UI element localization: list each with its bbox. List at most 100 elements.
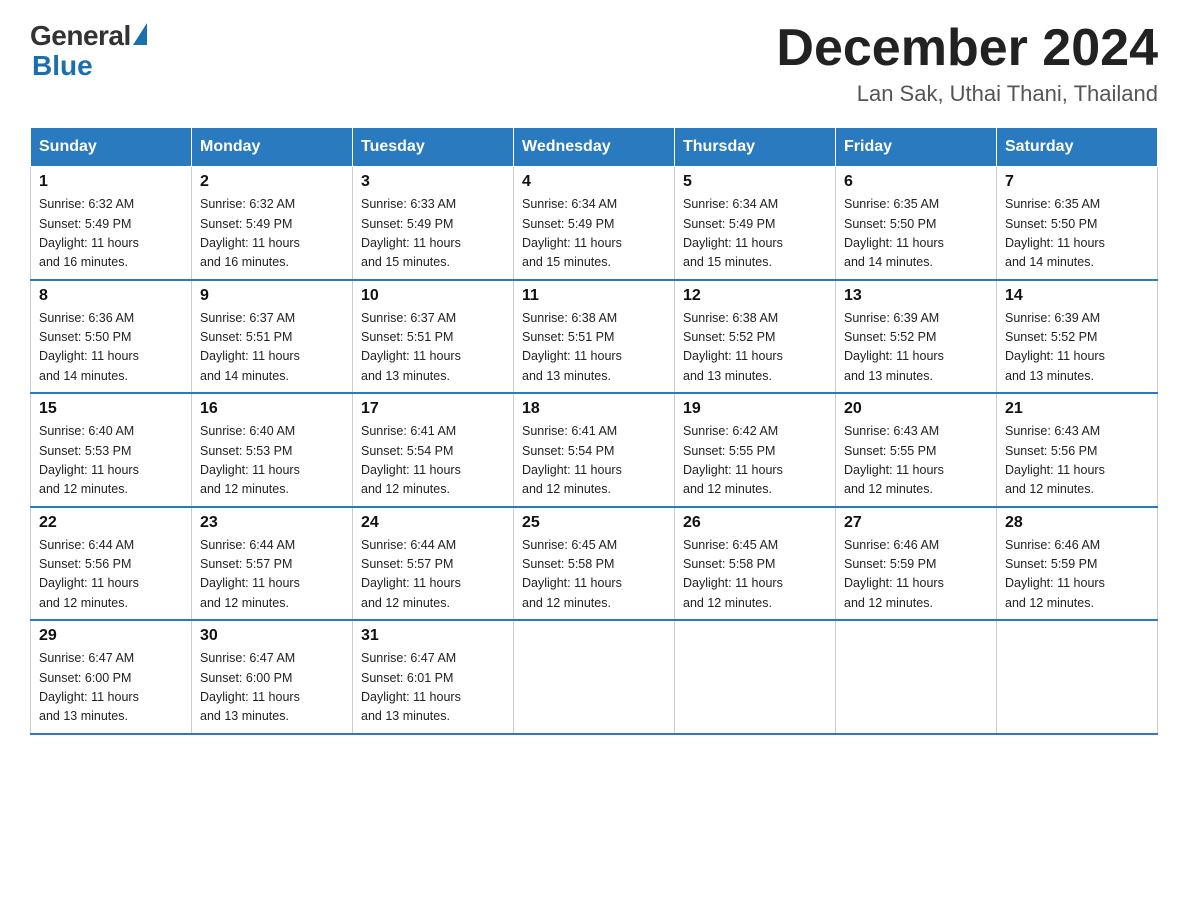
calendar-day-cell: 29Sunrise: 6:47 AMSunset: 6:00 PMDayligh… xyxy=(31,620,192,734)
day-info: Sunrise: 6:46 AMSunset: 5:59 PMDaylight:… xyxy=(844,536,988,614)
day-number: 6 xyxy=(844,173,988,191)
calendar-day-cell: 8 Sunrise: 6:36 AMSunset: 5:50 PMDaylight… xyxy=(31,280,192,394)
day-info: Sunrise: 6:47 AMSunset: 6:00 PMDaylight:… xyxy=(39,649,183,727)
calendar-day-cell: 22 Sunrise: 6:44 AMSunset: 5:56 PMDayligh… xyxy=(31,507,192,621)
calendar-day-cell: 20 Sunrise: 6:43 AMSunset: 5:55 PMDayligh… xyxy=(836,393,997,507)
calendar-day-cell: 25 Sunrise: 6:45 AMSunset: 5:58 PMDayligh… xyxy=(514,507,675,621)
day-info: Sunrise: 6:44 AMSunset: 5:56 PMDaylight:… xyxy=(39,536,183,614)
day-number: 24 xyxy=(361,514,505,532)
title-block: December 2024 Lan Sak, Uthai Thani, Thai… xyxy=(776,20,1158,107)
day-number: 5 xyxy=(683,173,827,191)
day-info: Sunrise: 6:45 AMSunset: 5:58 PMDaylight:… xyxy=(683,536,827,614)
day-number: 22 xyxy=(39,514,183,532)
day-info: Sunrise: 6:32 AMSunset: 5:49 PMDaylight:… xyxy=(39,195,183,273)
day-info: Sunrise: 6:41 AMSunset: 5:54 PMDaylight:… xyxy=(522,422,666,500)
day-number: 23 xyxy=(200,514,344,532)
calendar-week-row: 29Sunrise: 6:47 AMSunset: 6:00 PMDayligh… xyxy=(31,620,1158,734)
day-info: Sunrise: 6:41 AMSunset: 5:54 PMDaylight:… xyxy=(361,422,505,500)
day-number: 7 xyxy=(1005,173,1149,191)
day-number: 20 xyxy=(844,400,988,418)
weekday-header-wednesday: Wednesday xyxy=(514,128,675,167)
day-info: Sunrise: 6:34 AMSunset: 5:49 PMDaylight:… xyxy=(683,195,827,273)
logo-general-text: General xyxy=(30,20,131,52)
weekday-header-row: SundayMondayTuesdayWednesdayThursdayFrid… xyxy=(31,128,1158,167)
day-info: Sunrise: 6:44 AMSunset: 5:57 PMDaylight:… xyxy=(361,536,505,614)
day-number: 14 xyxy=(1005,287,1149,305)
calendar-day-cell: 12Sunrise: 6:38 AMSunset: 5:52 PMDayligh… xyxy=(675,280,836,394)
day-info: Sunrise: 6:43 AMSunset: 5:55 PMDaylight:… xyxy=(844,422,988,500)
day-number: 21 xyxy=(1005,400,1149,418)
calendar-week-row: 8 Sunrise: 6:36 AMSunset: 5:50 PMDaylight… xyxy=(31,280,1158,394)
day-number: 30 xyxy=(200,627,344,645)
day-number: 3 xyxy=(361,173,505,191)
day-number: 8 xyxy=(39,287,183,305)
calendar-day-cell: 21 Sunrise: 6:43 AMSunset: 5:56 PMDayligh… xyxy=(997,393,1158,507)
day-number: 26 xyxy=(683,514,827,532)
calendar-day-cell: 31Sunrise: 6:47 AMSunset: 6:01 PMDayligh… xyxy=(353,620,514,734)
logo-triangle-icon xyxy=(133,23,147,45)
calendar-day-cell xyxy=(836,620,997,734)
calendar-day-cell: 27 Sunrise: 6:46 AMSunset: 5:59 PMDayligh… xyxy=(836,507,997,621)
day-info: Sunrise: 6:47 AMSunset: 6:00 PMDaylight:… xyxy=(200,649,344,727)
calendar-day-cell: 30 Sunrise: 6:47 AMSunset: 6:00 PMDayligh… xyxy=(192,620,353,734)
calendar-day-cell: 10Sunrise: 6:37 AMSunset: 5:51 PMDayligh… xyxy=(353,280,514,394)
day-number: 13 xyxy=(844,287,988,305)
calendar-day-cell: 15Sunrise: 6:40 AMSunset: 5:53 PMDayligh… xyxy=(31,393,192,507)
calendar-day-cell: 9 Sunrise: 6:37 AMSunset: 5:51 PMDaylight… xyxy=(192,280,353,394)
day-info: Sunrise: 6:40 AMSunset: 5:53 PMDaylight:… xyxy=(200,422,344,500)
day-info: Sunrise: 6:36 AMSunset: 5:50 PMDaylight:… xyxy=(39,309,183,387)
month-year-heading: December 2024 xyxy=(776,20,1158,77)
calendar-day-cell: 7 Sunrise: 6:35 AMSunset: 5:50 PMDaylight… xyxy=(997,167,1158,280)
calendar-day-cell: 28 Sunrise: 6:46 AMSunset: 5:59 PMDayligh… xyxy=(997,507,1158,621)
day-number: 25 xyxy=(522,514,666,532)
calendar-day-cell: 16 Sunrise: 6:40 AMSunset: 5:53 PMDayligh… xyxy=(192,393,353,507)
calendar-day-cell: 2 Sunrise: 6:32 AMSunset: 5:49 PMDaylight… xyxy=(192,167,353,280)
day-number: 27 xyxy=(844,514,988,532)
day-number: 16 xyxy=(200,400,344,418)
calendar-day-cell xyxy=(997,620,1158,734)
day-info: Sunrise: 6:37 AMSunset: 5:51 PMDaylight:… xyxy=(200,309,344,387)
calendar-week-row: 15 Sunrise: 6:40 AMSunset: 5:53 PMDayligh… xyxy=(31,393,1158,507)
calendar-day-cell: 19 Sunrise: 6:42 AMSunset: 5:55 PMDayligh… xyxy=(675,393,836,507)
day-number: 15 xyxy=(39,400,183,418)
page-header: General Blue December 2024 Lan Sak, Utha… xyxy=(30,20,1158,107)
calendar-day-cell: 17Sunrise: 6:41 AMSunset: 5:54 PMDayligh… xyxy=(353,393,514,507)
calendar-day-cell: 13 Sunrise: 6:39 AMSunset: 5:52 PMDayligh… xyxy=(836,280,997,394)
day-number: 10 xyxy=(361,287,505,305)
day-info: Sunrise: 6:39 AMSunset: 5:52 PMDaylight:… xyxy=(844,309,988,387)
calendar-day-cell: 3 Sunrise: 6:33 AMSunset: 5:49 PMDaylight… xyxy=(353,167,514,280)
location-subheading: Lan Sak, Uthai Thani, Thailand xyxy=(776,81,1158,107)
day-number: 19 xyxy=(683,400,827,418)
day-info: Sunrise: 6:42 AMSunset: 5:55 PMDaylight:… xyxy=(683,422,827,500)
day-info: Sunrise: 6:46 AMSunset: 5:59 PMDaylight:… xyxy=(1005,536,1149,614)
day-number: 9 xyxy=(200,287,344,305)
calendar-week-row: 22 Sunrise: 6:44 AMSunset: 5:56 PMDayligh… xyxy=(31,507,1158,621)
day-info: Sunrise: 6:43 AMSunset: 5:56 PMDaylight:… xyxy=(1005,422,1149,500)
logo-blue-text: Blue xyxy=(32,52,147,80)
day-number: 2 xyxy=(200,173,344,191)
day-number: 11 xyxy=(522,287,666,305)
day-number: 4 xyxy=(522,173,666,191)
calendar-table: SundayMondayTuesdayWednesdayThursdayFrid… xyxy=(30,127,1158,735)
calendar-day-cell: 6 Sunrise: 6:35 AMSunset: 5:50 PMDaylight… xyxy=(836,167,997,280)
day-info: Sunrise: 6:35 AMSunset: 5:50 PMDaylight:… xyxy=(844,195,988,273)
day-number: 1 xyxy=(39,173,183,191)
day-number: 18 xyxy=(522,400,666,418)
day-number: 28 xyxy=(1005,514,1149,532)
day-info: Sunrise: 6:44 AMSunset: 5:57 PMDaylight:… xyxy=(200,536,344,614)
day-info: Sunrise: 6:33 AMSunset: 5:49 PMDaylight:… xyxy=(361,195,505,273)
day-info: Sunrise: 6:47 AMSunset: 6:01 PMDaylight:… xyxy=(361,649,505,727)
day-info: Sunrise: 6:38 AMSunset: 5:52 PMDaylight:… xyxy=(683,309,827,387)
day-info: Sunrise: 6:38 AMSunset: 5:51 PMDaylight:… xyxy=(522,309,666,387)
day-info: Sunrise: 6:45 AMSunset: 5:58 PMDaylight:… xyxy=(522,536,666,614)
calendar-day-cell: 24 Sunrise: 6:44 AMSunset: 5:57 PMDayligh… xyxy=(353,507,514,621)
weekday-header-monday: Monday xyxy=(192,128,353,167)
calendar-day-cell: 11 Sunrise: 6:38 AMSunset: 5:51 PMDayligh… xyxy=(514,280,675,394)
day-info: Sunrise: 6:34 AMSunset: 5:49 PMDaylight:… xyxy=(522,195,666,273)
day-info: Sunrise: 6:32 AMSunset: 5:49 PMDaylight:… xyxy=(200,195,344,273)
calendar-day-cell: 1 Sunrise: 6:32 AMSunset: 5:49 PMDaylight… xyxy=(31,167,192,280)
calendar-day-cell: 23 Sunrise: 6:44 AMSunset: 5:57 PMDayligh… xyxy=(192,507,353,621)
weekday-header-saturday: Saturday xyxy=(997,128,1158,167)
calendar-day-cell: 14Sunrise: 6:39 AMSunset: 5:52 PMDayligh… xyxy=(997,280,1158,394)
day-info: Sunrise: 6:35 AMSunset: 5:50 PMDaylight:… xyxy=(1005,195,1149,273)
